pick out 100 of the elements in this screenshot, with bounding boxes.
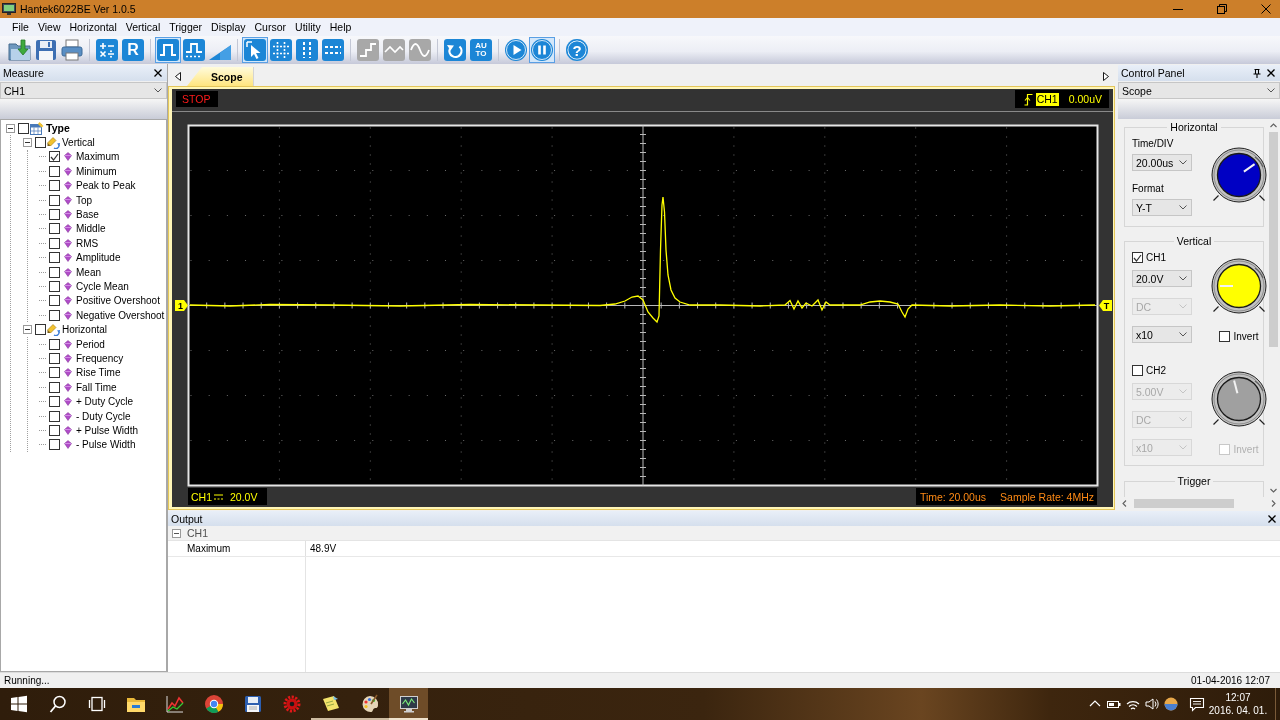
- trigger-marker[interactable]: T: [1099, 300, 1112, 311]
- tree-item[interactable]: Cycle Mean: [76, 281, 129, 292]
- menu-item[interactable]: Trigger: [169, 21, 203, 33]
- scroll-right-icon[interactable]: [1103, 72, 1109, 81]
- tree-item[interactable]: - Duty Cycle: [76, 410, 131, 422]
- checkbox[interactable]: [49, 381, 60, 393]
- reference-button[interactable]: R: [120, 37, 146, 63]
- checkbox[interactable]: [49, 223, 60, 235]
- tree-item[interactable]: Horizontal: [62, 324, 108, 336]
- tree-item[interactable]: + Duty Cycle: [76, 396, 133, 408]
- print-button[interactable]: [59, 37, 85, 63]
- checkbox[interactable]: [1219, 331, 1231, 342]
- checkbox[interactable]: [49, 281, 60, 292]
- clock-time[interactable]: 12:07: [1225, 691, 1251, 704]
- pulse-dots-button[interactable]: [181, 37, 207, 63]
- collapse-icon[interactable]: [5, 123, 15, 133]
- close-icon[interactable]: [1261, 4, 1271, 14]
- tree-item[interactable]: Negative Overshoot: [76, 309, 165, 321]
- checkbox[interactable]: [49, 338, 60, 350]
- close-icon[interactable]: [1267, 69, 1275, 77]
- tab[interactable]: Scope: [187, 67, 254, 86]
- tree-item[interactable]: Frequency: [76, 352, 124, 364]
- menu-item[interactable]: Vertical: [125, 21, 161, 33]
- menu-item[interactable]: View: [37, 21, 61, 33]
- menu-item[interactable]: Display: [211, 21, 246, 33]
- restore-icon[interactable]: [1217, 4, 1227, 14]
- checkbox[interactable]: [49, 396, 60, 408]
- checkbox[interactable]: [49, 367, 60, 379]
- clock-date[interactable]: 2016. 04. 01.: [1208, 704, 1268, 717]
- tree-item[interactable]: Amplitude: [76, 252, 121, 264]
- checkbox[interactable]: [49, 410, 60, 422]
- message-icon[interactable]: [1189, 696, 1205, 712]
- tree-item[interactable]: RMS: [76, 237, 99, 249]
- checkbox[interactable]: [1132, 365, 1143, 376]
- vertical-cursor-button[interactable]: [294, 37, 320, 63]
- grid-button[interactable]: [268, 37, 294, 63]
- checkbox[interactable]: [49, 252, 60, 264]
- tree-item[interactable]: Type: [46, 122, 70, 135]
- checkbox[interactable]: [49, 439, 60, 451]
- save-button[interactable]: [33, 37, 59, 63]
- tree-item[interactable]: Mean: [76, 266, 101, 278]
- scrollbar-thumb[interactable]: [1269, 132, 1278, 347]
- group-row[interactable]: CH1: [168, 526, 1280, 541]
- menu-item[interactable]: Horizontal: [69, 21, 117, 33]
- taskbar-button[interactable]: [389, 688, 428, 720]
- timebase-knob[interactable]: [1209, 145, 1267, 205]
- open-button[interactable]: [7, 37, 33, 63]
- scroll-left-icon[interactable]: [175, 72, 181, 81]
- channel-knob[interactable]: [1209, 256, 1267, 316]
- pin-icon[interactable]: [1253, 68, 1261, 78]
- checkbox[interactable]: [49, 295, 60, 307]
- math-button[interactable]: [94, 37, 120, 63]
- checkbox[interactable]: [49, 194, 60, 206]
- view-dropdown[interactable]: Scope: [1118, 82, 1280, 99]
- tree-item[interactable]: Vertical: [62, 137, 95, 149]
- checkbox[interactable]: [49, 266, 60, 278]
- checkbox[interactable]: [49, 352, 60, 364]
- menu-item[interactable]: Utility: [295, 21, 321, 33]
- channel-marker[interactable]: 1: [175, 300, 188, 311]
- tree-item[interactable]: Middle: [76, 223, 106, 235]
- checkbox[interactable]: [49, 237, 60, 249]
- checkbox[interactable]: [49, 165, 60, 177]
- format-dropdown[interactable]: Y-T: [1132, 199, 1192, 216]
- play-button[interactable]: [503, 37, 529, 63]
- checkbox[interactable]: [18, 122, 29, 134]
- tree-item[interactable]: Fall Time: [76, 381, 117, 393]
- volts-dropdown[interactable]: 20.0V: [1132, 270, 1192, 287]
- help-button[interactable]: ?: [564, 37, 590, 63]
- auto-button[interactable]: AU TO: [468, 37, 494, 63]
- checkbox[interactable]: [49, 209, 60, 221]
- pointer-button[interactable]: [242, 37, 268, 63]
- checkbox[interactable]: [1132, 252, 1143, 263]
- checkbox[interactable]: [49, 309, 60, 321]
- channel-dropdown[interactable]: CH1: [0, 82, 167, 99]
- tree-item[interactable]: Base: [76, 209, 99, 221]
- pulse-button[interactable]: [155, 37, 181, 63]
- menu-item[interactable]: Cursor: [254, 21, 287, 33]
- tree-item[interactable]: Positive Overshoot: [76, 295, 160, 307]
- checkbox[interactable]: [49, 151, 60, 163]
- collapse-icon[interactable]: [22, 325, 32, 335]
- probe-dropdown[interactable]: x10: [1132, 326, 1192, 343]
- speaker-icon[interactable]: [1144, 696, 1160, 712]
- tree-item[interactable]: Period: [76, 338, 105, 350]
- rotate-button[interactable]: [442, 37, 468, 63]
- checkbox[interactable]: [49, 424, 60, 436]
- scrollbar-thumb[interactable]: [1134, 499, 1234, 508]
- tree-item[interactable]: Rise Time: [76, 367, 121, 379]
- channel-knob[interactable]: [1209, 369, 1267, 429]
- tree-item[interactable]: Maximum: [76, 151, 120, 163]
- close-icon[interactable]: [1268, 514, 1276, 523]
- tree-item[interactable]: Top: [76, 194, 93, 206]
- close-icon[interactable]: [154, 69, 162, 77]
- menu-item[interactable]: File: [12, 21, 29, 33]
- tree-item[interactable]: + Pulse Width: [76, 424, 138, 436]
- checkbox[interactable]: [35, 137, 46, 149]
- tree-item[interactable]: Minimum: [76, 165, 117, 177]
- checkbox[interactable]: [35, 324, 46, 336]
- checkbox[interactable]: [49, 180, 60, 192]
- ball-icon[interactable]: [1163, 696, 1179, 712]
- tree-item[interactable]: Peak to Peak: [76, 180, 136, 192]
